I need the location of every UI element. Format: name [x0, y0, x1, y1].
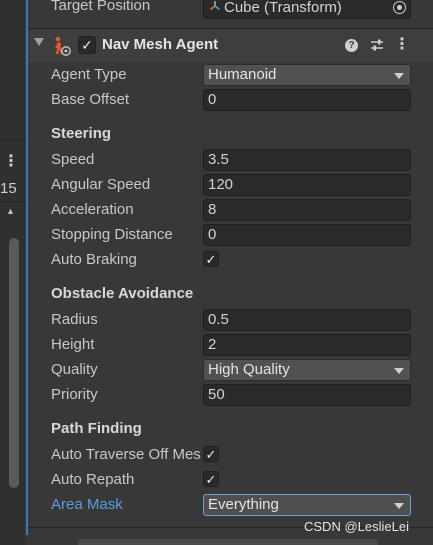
preset-icon[interactable]	[370, 38, 384, 52]
nav-mesh-agent-icon	[55, 36, 71, 56]
area-mask-value: Everything	[208, 496, 279, 513]
height-label: Height	[51, 336, 95, 353]
target-position-field[interactable]: Cube (Transform)	[203, 0, 411, 19]
chevron-down-icon	[394, 73, 404, 79]
auto-braking-row: Auto Braking ✓	[28, 249, 433, 274]
speed-value: 3.5	[208, 151, 229, 168]
auto-traverse-row: Auto Traverse Off Mesh Link ✓	[28, 444, 433, 469]
agent-type-label: Agent Type	[51, 66, 127, 83]
acceleration-label: Acceleration	[51, 201, 134, 218]
radius-row: Radius 0.5	[28, 309, 433, 334]
component-enabled-checkbox[interactable]: ✓	[78, 36, 96, 54]
base-offset-row: Base Offset 0	[28, 89, 433, 114]
angular-speed-row: Angular Speed 120	[28, 174, 433, 199]
height-row: Height 2	[28, 334, 433, 359]
chevron-down-icon	[394, 503, 404, 509]
radius-value: 0.5	[208, 311, 229, 328]
panel-menu-icon[interactable]: ⋮	[2, 152, 20, 172]
base-offset-field[interactable]: 0	[203, 89, 411, 111]
chevron-down-icon	[394, 368, 404, 374]
foldout-arrow-icon[interactable]	[34, 38, 44, 46]
target-position-label: Target Position	[51, 0, 151, 14]
quality-dropdown[interactable]: High Quality	[203, 359, 411, 381]
nav-mesh-agent-header[interactable]: ✓ Nav Mesh Agent ? ⋮	[28, 29, 433, 62]
priority-field[interactable]: 50	[203, 384, 411, 406]
auto-repath-row: Auto Repath ✓	[28, 469, 433, 494]
angular-speed-value: 120	[208, 176, 234, 193]
angular-speed-label: Angular Speed	[51, 176, 151, 193]
priority-value: 50	[208, 386, 225, 403]
target-position-row: Target Position Cube (Transform)	[28, 0, 433, 20]
height-value: 2	[208, 336, 217, 353]
radius-field[interactable]: 0.5	[203, 309, 411, 331]
kebab-menu-icon[interactable]: ⋮	[394, 36, 410, 54]
stopping-distance-label: Stopping Distance	[51, 226, 173, 243]
obstacle-avoidance-header: Obstacle Avoidance	[51, 285, 194, 302]
auto-traverse-label: Auto Traverse Off Mesh Link	[51, 446, 201, 463]
steering-header: Steering	[51, 125, 112, 142]
speed-row: Speed 3.5	[28, 149, 433, 174]
speed-label: Speed	[51, 151, 95, 168]
scroll-up-icon[interactable]: ▲	[6, 206, 15, 216]
quality-row: Quality High Quality	[28, 359, 433, 384]
path-finding-header: Path Finding	[51, 420, 142, 437]
panel-count: 15	[0, 180, 17, 197]
component-title: Nav Mesh Agent	[102, 36, 219, 53]
agent-type-dropdown[interactable]: Humanoid	[203, 64, 411, 86]
agent-type-row: Agent Type Humanoid	[28, 64, 433, 89]
transform-icon	[210, 1, 220, 11]
inspector-window: ⋮ 15 ▲ Target Position Cube (Transform) …	[0, 0, 433, 545]
quality-label: Quality	[51, 361, 98, 378]
add-component-button[interactable]	[78, 539, 378, 545]
area-mask-row: Area Mask Everything	[28, 494, 433, 519]
base-offset-label: Base Offset	[51, 91, 130, 108]
height-field[interactable]: 2	[203, 334, 411, 356]
priority-row: Priority 50	[28, 384, 433, 409]
acceleration-field[interactable]: 8	[203, 199, 411, 221]
area-mask-dropdown[interactable]: Everything	[203, 494, 411, 516]
target-position-value: Cube (Transform)	[224, 0, 342, 16]
stopping-distance-field[interactable]: 0	[203, 224, 411, 246]
stopping-distance-value: 0	[208, 226, 217, 243]
help-icon[interactable]: ?	[345, 39, 358, 52]
auto-repath-label: Auto Repath	[51, 471, 135, 488]
object-picker-icon[interactable]	[393, 1, 406, 14]
auto-traverse-checkbox[interactable]: ✓	[203, 446, 219, 462]
area-mask-label: Area Mask	[51, 496, 123, 513]
quality-value: High Quality	[208, 361, 290, 378]
priority-label: Priority	[51, 386, 98, 403]
speed-field[interactable]: 3.5	[203, 149, 411, 171]
base-offset-value: 0	[208, 91, 217, 108]
stopping-distance-row: Stopping Distance 0	[28, 224, 433, 249]
watermark-text: CSDN @LeslieLei	[304, 519, 409, 534]
gutter-divider	[0, 140, 25, 141]
agent-type-value: Humanoid	[208, 66, 277, 83]
auto-braking-checkbox[interactable]: ✓	[203, 251, 219, 267]
gutter-divider-2	[0, 201, 25, 202]
angular-speed-field[interactable]: 120	[203, 174, 411, 196]
acceleration-row: Acceleration 8	[28, 199, 433, 224]
acceleration-value: 8	[208, 201, 217, 218]
auto-repath-checkbox[interactable]: ✓	[203, 471, 219, 487]
radius-label: Radius	[51, 311, 98, 328]
vertical-scrollbar[interactable]	[9, 238, 19, 488]
auto-braking-label: Auto Braking	[51, 251, 137, 268]
